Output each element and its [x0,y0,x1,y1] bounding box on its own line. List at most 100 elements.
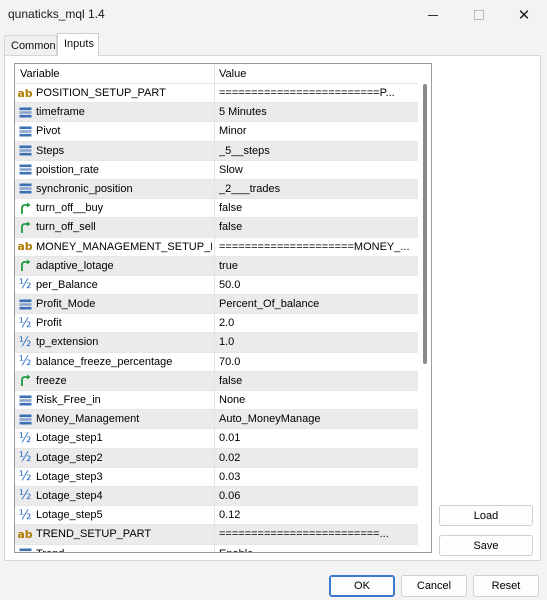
variable-name: poistion_rate [36,163,99,176]
variable-name: adaptive_lotage [36,259,114,272]
scrollbar-thumb[interactable] [423,84,427,364]
table-row[interactable]: ½ Lotage_step4 0.06 [15,486,418,507]
save-button[interactable]: Save [439,535,533,556]
variable-value[interactable]: Percent_Of_balance [219,298,413,310]
variable-name: Profit [36,317,62,330]
tab-inputs[interactable]: Inputs [57,33,99,56]
variable-name: Money_Management [36,413,140,426]
header-value[interactable]: Value [219,68,246,80]
fraction-double-icon: ½ [18,450,32,466]
variable-name: Profit_Mode [36,298,96,311]
table-row[interactable]: Risk_Free_in None [15,391,418,411]
table-row[interactable]: ½ Profit 2.0 [15,314,418,334]
close-icon: ✕ [517,7,531,24]
fraction-double-icon: ½ [18,277,32,293]
variable-value[interactable]: 50.0 [219,279,413,291]
variable-value[interactable]: false [219,202,413,214]
reset-button[interactable]: Reset [473,575,539,597]
table-row[interactable]: freeze false [15,371,418,391]
variable-name: timeframe [36,106,85,119]
title-bar: qunaticks_mql 1.4 ✕ [0,0,547,30]
list-enum-icon [18,547,32,553]
table-row[interactable]: poistion_rate Slow [15,161,418,180]
green-arrow-bool-icon [18,220,32,234]
variable-value[interactable]: false [219,221,413,233]
variable-name: synchronic_position [36,182,133,195]
ok-button[interactable]: OK [329,575,395,597]
variable-value[interactable]: _5__steps [219,145,413,157]
variable-name: Steps [36,144,65,157]
variable-name: Lotage_step3 [36,470,103,483]
variable-value[interactable]: 5 Minutes [219,106,413,118]
maximize-button[interactable] [456,0,502,30]
variable-value[interactable]: false [219,375,413,387]
table-row[interactable]: turn_off_sell false [15,218,418,238]
ab-string-icon: ab [17,86,33,100]
variable-value[interactable]: 2.0 [219,317,413,329]
minimize-button[interactable] [410,0,456,30]
variable-value[interactable]: 0.03 [219,471,413,483]
table-row[interactable]: ½ per_Balance 50.0 [15,276,418,296]
table-row[interactable]: Steps _5__steps [15,141,418,161]
fraction-double-icon: ½ [18,488,32,504]
variable-value[interactable]: Slow [219,164,413,176]
fraction-double-icon: ½ [18,315,32,331]
fraction-double-icon: ½ [18,354,32,370]
variable-value[interactable]: Auto_MoneyManage [219,413,413,425]
variable-value[interactable]: 0.06 [219,490,413,502]
variable-name: per_Balance [36,278,98,291]
tab-common[interactable]: Common [4,35,57,56]
variable-value[interactable]: None [219,394,413,406]
table-row[interactable]: ½ Lotage_step2 0.02 [15,448,418,468]
variable-value[interactable]: =========================P... [219,87,413,99]
fraction-double-icon: ½ [18,469,32,485]
variable-value[interactable]: Minor [219,125,413,137]
load-button[interactable]: Load [439,505,533,526]
table-row[interactable]: ab POSITION_SETUP_PART ===================… [15,84,418,104]
table-row[interactable]: ½ balance_freeze_percentage 70.0 [15,353,418,372]
variable-value[interactable]: 0.01 [219,432,413,444]
variable-name: POSITION_SETUP_PART [36,87,166,99]
table-row[interactable]: ½ Lotage_step3 0.03 [15,468,418,487]
variable-name: tp_extension [36,336,99,349]
variable-value[interactable]: _2___trades [219,183,413,195]
table-row[interactable]: ½ Lotage_step5 0.12 [15,506,418,526]
list-enum-icon [18,297,32,311]
variable-value[interactable]: =========================... [219,528,413,540]
ab-string-icon: ab [17,240,33,253]
table-row[interactable]: Profit_Mode Percent_Of_balance [15,295,418,315]
maximize-icon [474,10,484,20]
variable-name: Pivot [36,125,61,138]
header-separator[interactable] [214,64,215,84]
tab-strip: Common Inputs [0,33,547,56]
variable-value[interactable]: 1.0 [219,336,413,348]
table-row[interactable]: synchronic_position _2___trades [15,179,418,200]
table-row[interactable]: timeframe 5 Minutes [15,103,418,123]
variable-value[interactable]: 0.02 [219,452,413,464]
table-row[interactable]: ½ Lotage_step1 0.01 [15,429,418,449]
variable-name: turn_off__buy [36,202,104,215]
variable-value[interactable]: Enable [219,548,413,553]
table-row[interactable]: Pivot Minor [15,122,418,142]
variable-value[interactable]: true [219,260,413,272]
cancel-button[interactable]: Cancel [401,575,467,597]
table-row[interactable]: adaptive_lotage true [15,256,418,276]
close-button[interactable]: ✕ [501,0,547,30]
table-row[interactable]: Trend Enable [15,545,418,553]
table-row[interactable]: ab TREND_SETUP_PART ======================… [15,525,418,545]
variable-value[interactable]: =====================MONEY_... [219,241,413,253]
table-row[interactable]: abMONEY_MANAGEMENT_SETUP_PART ===========… [15,238,418,257]
table-row[interactable]: ½ tp_extension 1.0 [15,333,418,353]
fraction-double-icon: ½ [18,507,32,523]
variable-name: Lotage_step2 [36,451,103,464]
vertical-scrollbar[interactable] [418,64,431,552]
header-variable[interactable]: Variable [20,68,60,80]
variable-value[interactable]: 70.0 [219,356,413,368]
variable-value[interactable]: 0.12 [219,509,413,521]
list-enum-icon [18,105,32,119]
grid-rows: ab POSITION_SETUP_PART ===================… [15,84,418,553]
table-row[interactable]: turn_off__buy false [15,199,418,219]
table-row[interactable]: Money_Management Auto_MoneyManage [15,410,418,430]
window-title: qunaticks_mql 1.4 [8,7,105,21]
grid-header: Variable Value [15,64,431,84]
